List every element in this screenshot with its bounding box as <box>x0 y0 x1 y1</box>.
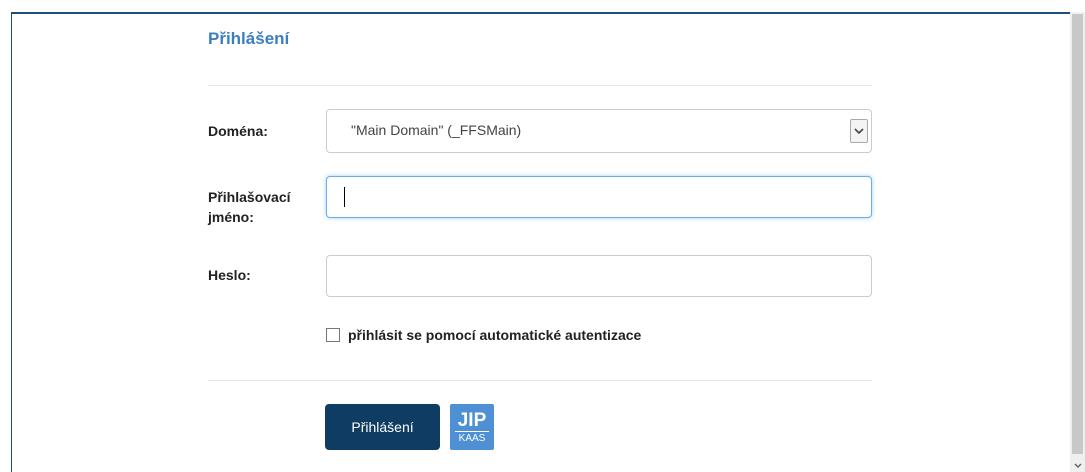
vertical-scrollbar[interactable] <box>1070 12 1085 472</box>
logo-text-top: JIP <box>457 409 487 431</box>
auto-auth-label[interactable]: přihlásit se pomocí automatické autentiz… <box>348 327 641 343</box>
scrollbar-thumb[interactable] <box>1072 14 1083 454</box>
page-title: Přihlášení <box>208 29 290 48</box>
divider-top <box>208 85 872 86</box>
username-input[interactable] <box>326 176 872 218</box>
auto-auth-checkbox[interactable] <box>326 328 340 342</box>
login-frame <box>11 12 1070 472</box>
password-input[interactable] <box>326 255 872 297</box>
login-page: Přihlášení Doména: "Main Domain" (_FFSMa… <box>0 0 1085 472</box>
username-label-line1: Přihlašovací <box>208 189 291 205</box>
divider-bottom <box>208 380 872 381</box>
text-caret <box>344 187 345 207</box>
domain-label: Doména: <box>208 123 268 139</box>
chevron-down-icon[interactable] <box>850 119 868 143</box>
login-button[interactable]: Přihlášení <box>325 404 440 450</box>
username-label-line2: jméno: <box>208 209 254 225</box>
logo-text-bottom: KAAS <box>455 430 489 444</box>
username-label: Přihlašovací jméno: <box>208 187 291 227</box>
jip-kaas-logo: JIP KAAS <box>450 404 494 450</box>
domain-select[interactable]: "Main Domain" (_FFSMain) <box>326 109 872 153</box>
auto-auth-row[interactable]: přihlásit se pomocí automatické autentiz… <box>326 327 641 343</box>
password-label: Heslo: <box>208 267 251 283</box>
domain-select-value: "Main Domain" (_FFSMain) <box>351 122 522 138</box>
scroll-down-icon[interactable] <box>1070 458 1085 472</box>
